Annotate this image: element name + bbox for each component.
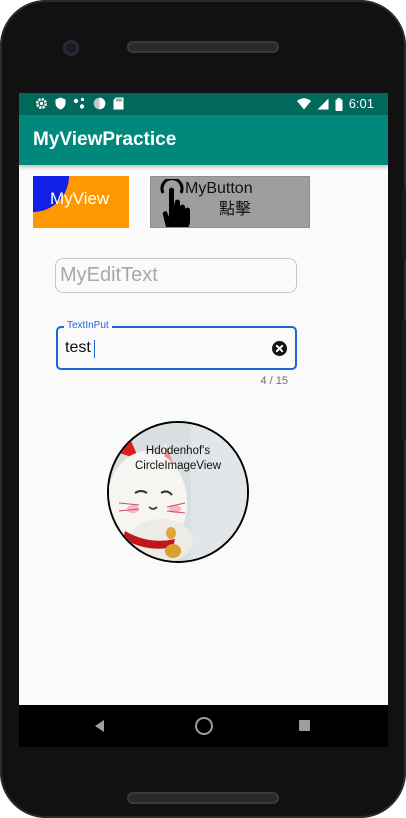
clear-icon[interactable] [272, 341, 287, 356]
my-button[interactable]: MyButton 點擊 [150, 176, 310, 228]
top-speaker [127, 41, 279, 53]
circle-caption: Hdodenhof's CircleImageView [109, 444, 247, 474]
battery-icon [335, 97, 343, 111]
app-bar: MyViewPractice [19, 115, 388, 165]
status-icons-left [35, 97, 124, 110]
bottom-speaker [127, 792, 279, 804]
circle-caption-line1: Hdodenhof's [145, 445, 211, 457]
front-camera [63, 40, 79, 56]
my-view-label: MyView [50, 189, 110, 208]
my-view: MyView [33, 176, 129, 228]
text-cursor [94, 340, 95, 358]
circle-caption-line2: CircleImageView [134, 460, 222, 472]
my-button-sublabel: 點擊 [219, 199, 252, 218]
signal-icon [317, 98, 329, 110]
sd-card-icon [113, 97, 124, 110]
status-icons-right: 6:01 [296, 96, 374, 112]
char-counter: 4 / 15 [260, 375, 288, 387]
app-title: MyViewPractice [33, 129, 177, 150]
back-icon[interactable] [95, 720, 104, 732]
navigation-bar [19, 705, 388, 747]
my-edit-text-input[interactable] [55, 258, 297, 293]
status-bar: 6:01 [19, 93, 388, 115]
power-button [402, 190, 406, 260]
text-input-label: TextInPut [64, 319, 112, 333]
settings-icon [36, 98, 47, 109]
shield-icon [55, 97, 66, 110]
my-button-label: MyButton [185, 180, 253, 197]
wifi-icon [296, 98, 311, 110]
circle-image-view: Hdodenhof's CircleImageView [107, 421, 249, 563]
text-input-value[interactable]: test [65, 338, 91, 358]
home-icon[interactable] [195, 717, 213, 735]
clear-cross [275, 344, 284, 353]
dots-icon [73, 97, 85, 109]
screen: 6:01 MyViewPractice MyView MyButton 點擊 T… [19, 93, 388, 705]
status-time: 6:01 [348, 96, 374, 111]
volume-button [402, 320, 406, 440]
circle-icon [93, 97, 106, 110]
recents-icon[interactable] [299, 720, 310, 731]
